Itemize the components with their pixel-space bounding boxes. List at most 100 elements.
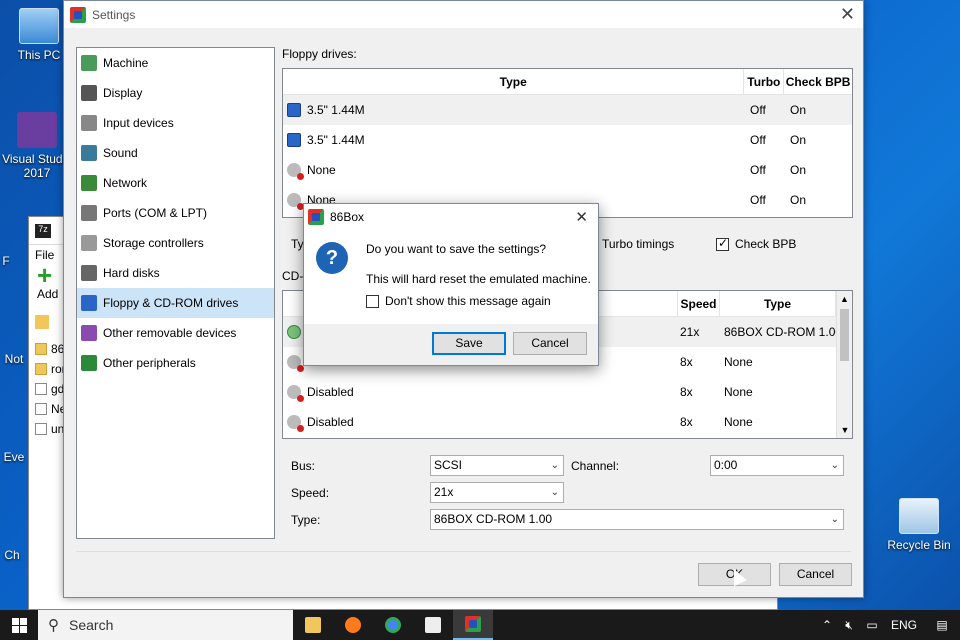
start-button[interactable] (0, 610, 38, 640)
floppy-icon (287, 133, 301, 147)
col-header-speed[interactable]: Speed (678, 291, 720, 316)
network-icon[interactable]: ▭ (860, 618, 884, 632)
no-drive-icon (287, 355, 304, 372)
search-icon: ⚲ (48, 617, 59, 634)
table-row[interactable]: Disabled 8x None (283, 407, 852, 437)
taskbar-7zip[interactable] (413, 610, 453, 640)
checkbox-unchecked[interactable] (366, 295, 379, 309)
save-button[interactable]: Save (432, 332, 506, 355)
floppy-table[interactable]: Type Turbo Check BPB 3.5" 1.44M Off On 3.5… (282, 68, 853, 218)
nav-item-removable[interactable]: Other removable devices (77, 318, 274, 348)
type-select[interactable]: 86BOX CD-ROM 1.00 ⌄ (430, 509, 844, 530)
taskbar-86box[interactable] (453, 610, 493, 640)
close-icon[interactable]: ✕ (575, 208, 588, 226)
peripherals-icon (81, 355, 97, 371)
table-row[interactable]: 3.5" 1.44M Off On (283, 125, 852, 155)
speed-select[interactable]: 21x ⌄ (430, 482, 564, 503)
dont-show-checkbox[interactable]: Don't show this message again (366, 294, 551, 309)
volume-muted-icon[interactable]: 🔇︎ (838, 618, 860, 633)
nav-item-display[interactable]: Display (77, 78, 274, 108)
chrome-icon (385, 617, 401, 633)
taskbar-firefox[interactable] (333, 610, 373, 640)
nav-item-floppy-cdrom[interactable]: Floppy & CD-ROM drives (77, 288, 274, 318)
col-header-check-bpb[interactable]: Check BPB (784, 69, 852, 94)
removable-icon (81, 325, 97, 341)
nav-item-network[interactable]: Network (77, 168, 274, 198)
taskbar-file-explorer[interactable] (293, 610, 333, 640)
nav-item-hard-disks[interactable]: Hard disks (77, 258, 274, 288)
cancel-button[interactable]: Cancel (513, 332, 587, 355)
taskbar-chrome[interactable] (373, 610, 413, 640)
turbo-timings-label: Turbo timings (602, 237, 675, 251)
bus-label: Bus: (291, 459, 316, 473)
chevron-down-icon: ⌄ (550, 487, 559, 498)
up-folder-icon[interactable] (35, 315, 49, 329)
close-icon[interactable]: ✕ (840, 4, 855, 25)
no-drive-icon (287, 193, 304, 210)
table-row[interactable]: 3.5" 1.44M Off On (283, 95, 852, 125)
chevron-up-icon[interactable]: ⌃ (816, 618, 838, 632)
visual-studio-icon (17, 112, 57, 148)
windows-icon (11, 617, 27, 633)
channel-select[interactable]: 0:00 ⌄ (710, 455, 844, 476)
file-icon (35, 423, 47, 435)
bus-select[interactable]: SCSI ⌄ (430, 455, 564, 476)
desktop-icon-label: Recycle Bin (887, 538, 951, 552)
taskbar: ⚲ Search ⌃ 🔇︎ ▭ ENG ▤ (0, 610, 960, 640)
checkbox-checked[interactable] (716, 236, 729, 252)
nav-item-peripherals[interactable]: Other peripherals (77, 348, 274, 378)
divider (76, 551, 851, 552)
col-header-turbo[interactable]: Turbo (744, 69, 785, 94)
dialog-footer: Save Cancel (304, 324, 598, 365)
dialog-title: 86Box (330, 210, 365, 224)
file-icon (35, 383, 47, 395)
add-icon[interactable]: + (37, 262, 59, 288)
nav-item-input-devices[interactable]: Input devices (77, 108, 274, 138)
nav-item-machine[interactable]: Machine (77, 48, 274, 78)
language-indicator[interactable]: ENG (884, 618, 924, 632)
storage-icon (81, 235, 97, 251)
cancel-button[interactable]: Cancel (779, 563, 852, 586)
cdrom-group-label: CD- (282, 269, 304, 283)
col-header-type[interactable]: Type (283, 69, 745, 94)
ports-icon (81, 205, 97, 221)
recycle-bin-icon (899, 498, 939, 534)
dialog-detail: This will hard reset the emulated machin… (366, 272, 591, 286)
no-drive-icon (287, 385, 304, 402)
check-bpb-checkbox[interactable]: Check BPB (716, 236, 796, 252)
nav-item-sound[interactable]: Sound (77, 138, 274, 168)
floppy-cdrom-icon (81, 295, 97, 311)
floppy-table-header: Type Turbo Check BPB (283, 69, 852, 95)
notification-icon[interactable]: ▤ (924, 618, 960, 632)
file-icon (35, 403, 47, 415)
search-box[interactable]: ⚲ Search (38, 610, 293, 640)
7zip-icon (425, 617, 441, 633)
nav-item-storage[interactable]: Storage controllers (77, 228, 274, 258)
cdrom-icon (287, 325, 301, 339)
nav-item-ports[interactable]: Ports (COM & LPT) (77, 198, 274, 228)
scrollbar[interactable]: ▲ ▼ (836, 291, 852, 438)
7zip-icon: 7z (35, 223, 51, 238)
no-drive-icon (287, 163, 304, 180)
dialog-titlebar: 86Box (304, 204, 598, 230)
settings-nav-list: Machine Display Input devices Sound Netw… (76, 47, 275, 539)
chevron-down-icon: ⌄ (830, 514, 839, 525)
desktop-icon-label: This PC (17, 48, 61, 62)
floppy-group-label: Floppy drives: (282, 47, 357, 61)
scroll-down-icon[interactable]: ▼ (837, 422, 852, 438)
save-confirm-dialog: 86Box ✕ ? Do you want to save the settin… (303, 203, 599, 366)
scroll-up-icon[interactable]: ▲ (837, 291, 852, 307)
floppy-icon (287, 103, 301, 117)
table-row[interactable]: Disabled 8x None (283, 377, 852, 407)
desktop-icon-recycle-bin[interactable]: Recycle Bin (882, 498, 956, 552)
settings-titlebar: Settings (64, 1, 863, 28)
scrollbar-thumb[interactable] (840, 309, 849, 361)
folder-icon (35, 363, 47, 375)
sound-icon (81, 145, 97, 161)
table-row[interactable]: None Off On (283, 155, 852, 185)
col-header-type[interactable]: Type (720, 291, 836, 316)
chevron-down-icon: ⌄ (550, 460, 559, 471)
86box-app-icon (465, 616, 481, 632)
question-icon: ? (316, 242, 348, 274)
dialog-question: Do you want to save the settings? (366, 242, 547, 256)
